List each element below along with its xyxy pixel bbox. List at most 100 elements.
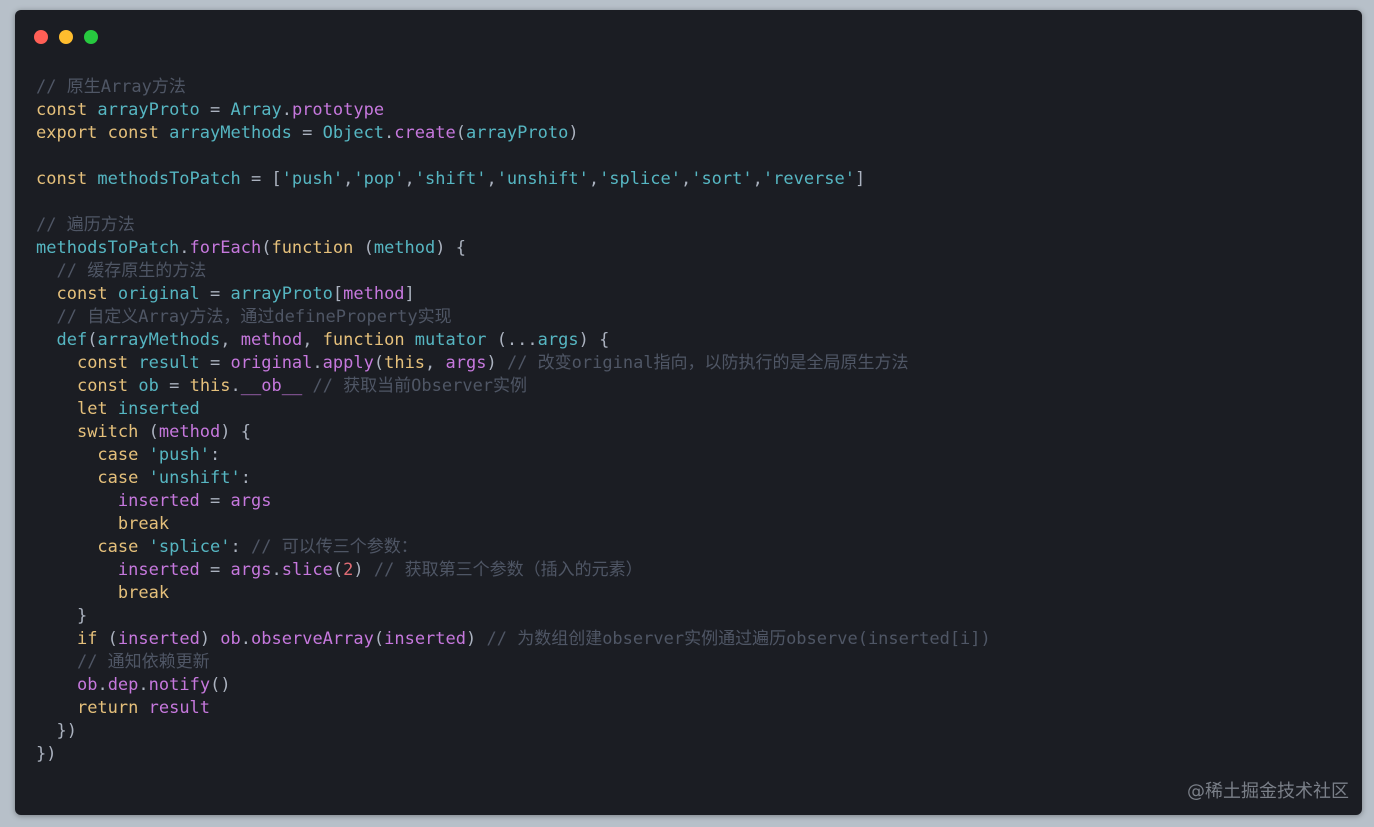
code-line: }	[36, 605, 991, 628]
code-token-punct	[36, 261, 56, 281]
code-token-fn: __ob__	[240, 376, 303, 396]
code-token-keyword: case	[97, 537, 149, 557]
code-token-comment: // 通知依赖更新	[76, 652, 210, 672]
code-token-punct	[36, 560, 118, 580]
close-button[interactable]	[34, 30, 48, 44]
code-token-punct	[36, 399, 77, 419]
code-token-punct	[36, 445, 97, 465]
code-token-param: method	[343, 284, 405, 304]
code-token-keyword: export	[36, 123, 108, 143]
code-token-punct: ,	[220, 330, 241, 350]
code-token-keyword: const	[76, 376, 139, 396]
code-token-number: 2	[343, 560, 354, 580]
code-token-punct	[36, 698, 77, 718]
code-token-punct	[36, 675, 77, 695]
code-token-fn: prototype	[291, 100, 385, 120]
code-token-string: 'splice'	[148, 537, 231, 557]
code-token-var: methodsToPatch	[97, 169, 241, 189]
code-token-punct: )	[466, 629, 487, 649]
code-token-punct: ]	[404, 284, 415, 304]
code-token-punct: ,	[302, 330, 323, 350]
code-line: const arrayProto = Array.prototype	[36, 99, 991, 122]
code-token-var: arrayProto	[97, 100, 200, 120]
code-token-param: args	[445, 353, 487, 373]
code-token-punct	[36, 422, 77, 442]
code-token-punct	[36, 652, 77, 672]
code-line: break	[36, 582, 991, 605]
code-token-punct	[302, 376, 312, 396]
code-token-punct: )	[486, 353, 507, 373]
code-token-string: 'reverse'	[762, 169, 855, 189]
code-token-string: 'splice'	[599, 169, 681, 189]
code-token-param: method	[240, 330, 303, 350]
code-token-comment: // 获取第三个参数（插入的元素）	[373, 560, 643, 580]
code-line: case 'push':	[36, 444, 991, 467]
code-token-punct: (	[261, 238, 272, 258]
code-line: const original = arrayProto[method]	[36, 283, 991, 306]
code-window: // 原生Array方法 const arrayProto = Array.pro…	[15, 10, 1362, 815]
code-token-punct	[36, 376, 77, 396]
code-token-var: result	[138, 353, 200, 373]
code-token-punct: (	[107, 629, 118, 649]
code-token-punct: ,	[752, 169, 763, 189]
code-token-keyword: switch	[76, 422, 149, 442]
code-line: })	[36, 720, 991, 743]
code-line: break	[36, 513, 991, 536]
code-token-punct: ) {	[578, 330, 610, 350]
code-token-var: arrayMethods	[169, 123, 292, 143]
code-line: })	[36, 743, 991, 766]
code-token-fn: create	[394, 123, 456, 143]
code-token-punct: = [	[240, 169, 282, 189]
code-line: case 'unshift':	[36, 467, 991, 490]
code-token-punct: ,	[680, 169, 692, 189]
maximize-button[interactable]	[84, 30, 98, 44]
code-token-comment: // 原生Array方法	[36, 77, 186, 97]
code-token-punct: )	[353, 560, 374, 580]
code-token-punct: })	[36, 744, 57, 764]
code-token-keyword: function	[271, 238, 364, 258]
code-token-keyword: function	[322, 330, 415, 350]
code-token-var: inserted	[117, 399, 200, 419]
code-token-var: args	[537, 330, 579, 350]
code-token-var: method	[373, 238, 436, 258]
code-token-param: inserted	[117, 491, 200, 511]
code-token-param: method	[158, 422, 221, 442]
code-token-var: arrayProto	[230, 284, 333, 304]
code-token-punct: (	[363, 238, 374, 258]
code-token-punct: (	[373, 629, 385, 649]
code-token-punct: (	[332, 560, 344, 580]
code-token-punct: .	[138, 675, 149, 695]
code-token-fn: forEach	[189, 238, 262, 258]
code-token-fn: dep	[107, 675, 139, 695]
code-token-punct: ) {	[435, 238, 466, 258]
code-token-param: ob	[76, 675, 98, 695]
code-token-punct: .	[271, 560, 282, 580]
code-token-punct	[36, 468, 97, 488]
code-token-keyword: case	[97, 445, 149, 465]
code-token-string: 'unshift'	[496, 169, 589, 189]
code-token-punct: ,	[425, 353, 446, 373]
code-line: case 'splice': // 可以传三个参数：	[36, 536, 991, 559]
code-token-keyword: break	[117, 514, 170, 534]
code-block: // 原生Array方法 const arrayProto = Array.pro…	[36, 76, 991, 766]
code-line: inserted = args	[36, 490, 991, 513]
code-token-punct	[36, 284, 56, 304]
code-token-comment: // 缓存原生的方法	[56, 261, 207, 281]
code-line: const methodsToPatch = ['push','pop','sh…	[36, 168, 991, 191]
minimize-button[interactable]	[59, 30, 73, 44]
code-token-punct: .	[281, 100, 292, 120]
code-token-punct	[36, 537, 97, 557]
code-token-var: methodsToPatch	[36, 238, 180, 258]
code-token-punct: ,	[588, 169, 600, 189]
code-token-keyword: const	[107, 123, 170, 143]
code-token-comment: // 遍历方法	[36, 215, 135, 235]
code-line: return result	[36, 697, 991, 720]
code-token-var: mutator	[414, 330, 487, 350]
code-token-keyword: return	[76, 698, 149, 718]
code-token-punct	[36, 491, 118, 511]
code-line: switch (method) {	[36, 421, 991, 444]
code-token-string: 'unshift'	[148, 468, 241, 488]
code-token-param: args	[230, 491, 272, 511]
code-token-comment: // 获取当前Observer实例	[312, 376, 528, 396]
code-token-punct	[36, 514, 118, 534]
